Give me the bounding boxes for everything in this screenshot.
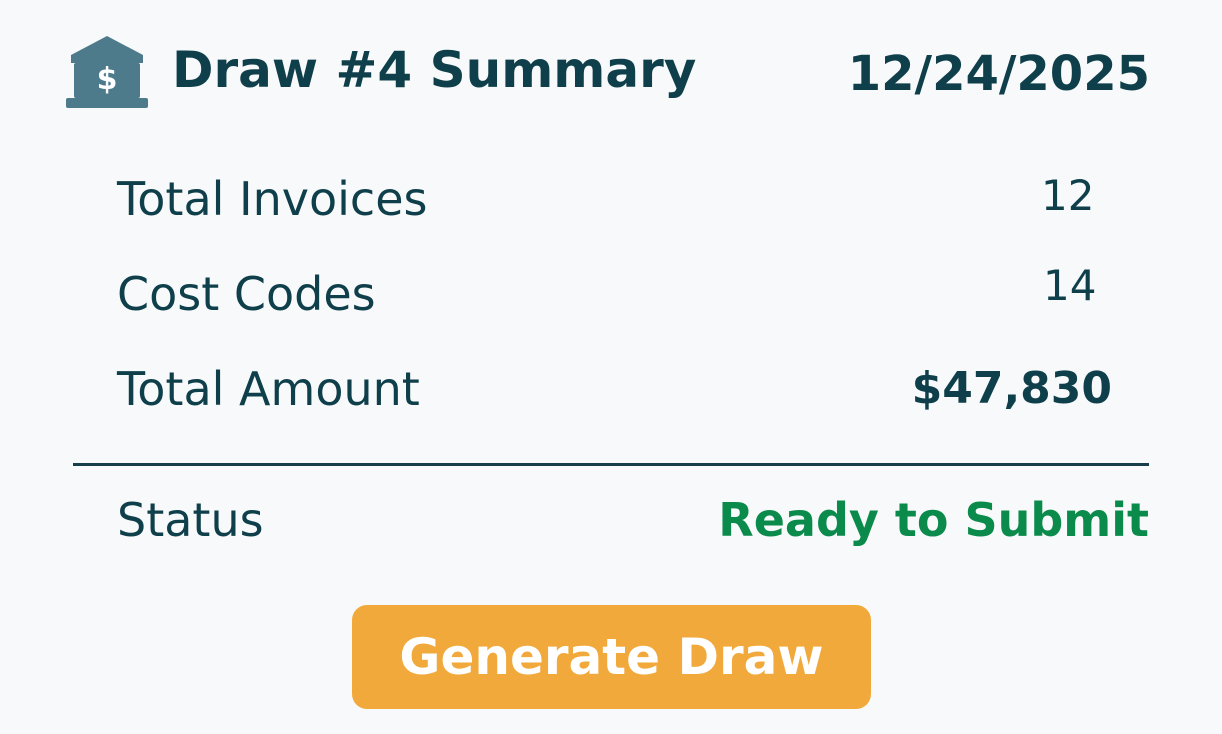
total-amount-value: $47,830: [911, 363, 1112, 414]
status-value: Ready to Submit: [718, 493, 1149, 547]
cost-codes-value: 14: [1043, 261, 1097, 310]
svg-text:$: $: [97, 62, 118, 97]
total-amount-label: Total Amount: [117, 362, 420, 416]
status-label: Status: [117, 493, 264, 547]
bank-dollar-icon: $: [66, 36, 148, 108]
draw-summary-header: $ Draw #4 Summary 12/24/2025: [66, 32, 1150, 110]
total-invoices-value: 12: [1041, 171, 1095, 220]
page-title: Draw #4 Summary: [172, 41, 697, 99]
total-invoices-label: Total Invoices: [117, 172, 428, 226]
cost-codes-label: Cost Codes: [117, 267, 376, 321]
generate-draw-button[interactable]: Generate Draw: [352, 605, 871, 709]
summary-divider: [73, 463, 1149, 466]
draw-date: 12/24/2025: [847, 46, 1150, 102]
